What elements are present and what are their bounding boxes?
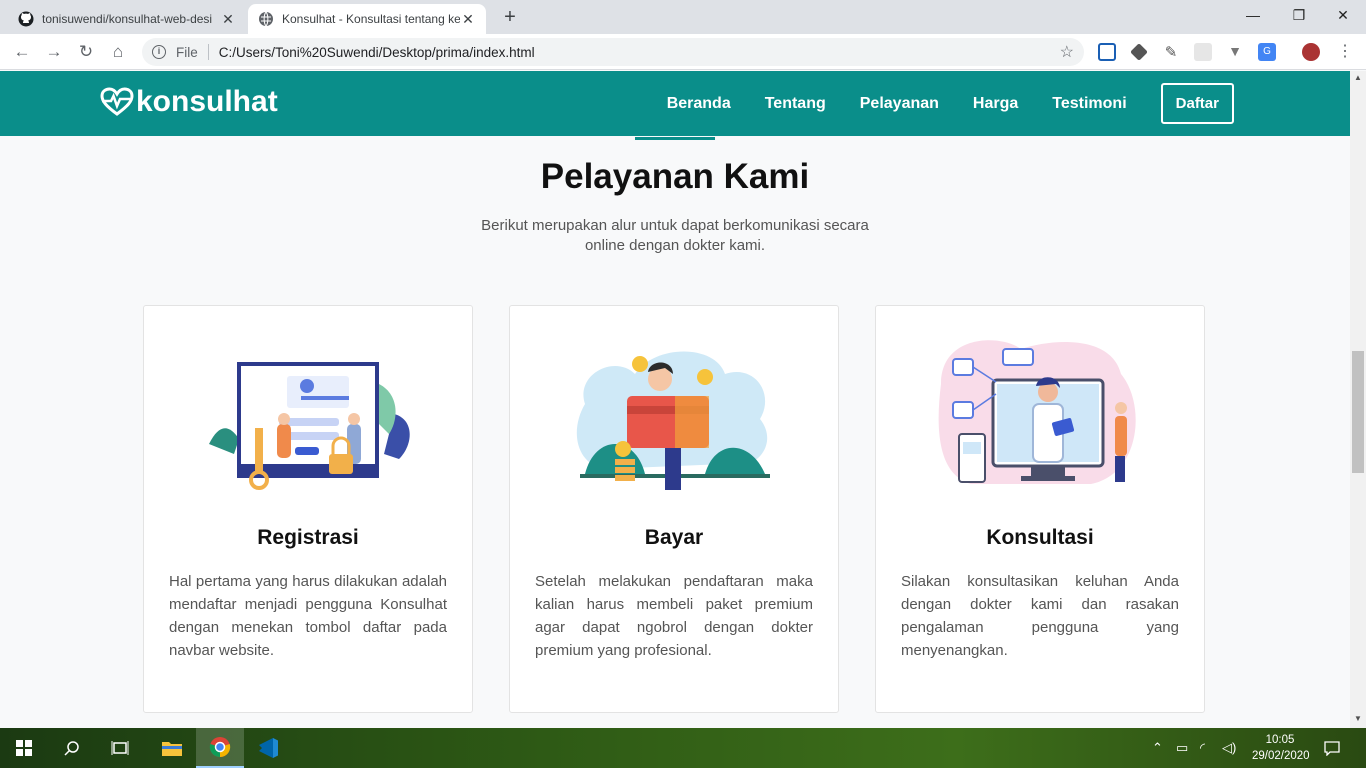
profile-avatar[interactable]: [1302, 43, 1320, 61]
nav-harga[interactable]: Harga: [973, 95, 1018, 113]
new-tab-button[interactable]: +: [498, 6, 522, 30]
windows-start-icon[interactable]: [0, 728, 48, 768]
service-card-bayar: Bayar Setelah melakukan pendaftaran maka…: [509, 305, 839, 713]
close-tab-icon[interactable]: ✕: [220, 11, 236, 28]
card-title: Konsultasi: [986, 526, 1094, 549]
heart-pulse-icon: [100, 87, 134, 116]
site-navbar: konsulhat Beranda Tentang Pelayanan Harg…: [0, 71, 1350, 136]
card-title: Registrasi: [257, 526, 359, 549]
daftar-button[interactable]: Daftar: [1160, 83, 1234, 124]
divider: [207, 44, 209, 60]
close-window-button[interactable]: ✕: [1320, 0, 1366, 30]
section-title: Pelayanan Kami: [540, 157, 810, 196]
nav-pelayanan[interactable]: Pelayanan: [860, 95, 939, 113]
card-text: Silakan konsultasikan keluhan Anda denga…: [901, 573, 1179, 659]
show-hidden-icons-icon[interactable]: ⌃: [1152, 728, 1163, 768]
windows-taskbar: ⌃ ▭ ◜ ◁) 10:05 29/02/2020: [0, 728, 1366, 768]
card-text: Setelah melakukan pendaftaran maka kalia…: [535, 573, 813, 659]
page-scrollbar[interactable]: ▲ ▼: [1350, 71, 1366, 728]
battery-icon[interactable]: ▭: [1176, 728, 1188, 768]
wifi-icon[interactable]: ◜: [1200, 728, 1205, 768]
file-explorer-icon[interactable]: [148, 728, 196, 768]
section-subtitle: Berikut merupakan alur untuk dapat berko…: [481, 217, 869, 254]
minimize-button[interactable]: —: [1230, 0, 1276, 30]
address-bar[interactable]: i File C:/Users/Toni%20Suwendi/Desktop/p…: [142, 38, 1084, 66]
layers-extension-icon[interactable]: [1130, 43, 1148, 61]
nav-testimoni[interactable]: Testimoni: [1052, 95, 1126, 113]
service-card-konsultasi: Konsultasi Silakan konsultasikan keluhan…: [875, 305, 1205, 713]
crop-extension-icon[interactable]: [1098, 43, 1116, 61]
tab-title: tonisuwendi/konsulhat-web-desi: [42, 12, 213, 26]
browser-toolbar: ← → ↻ ⌂ i File C:/Users/Toni%20Suwendi/D…: [0, 34, 1366, 70]
nav-tentang[interactable]: Tentang: [765, 95, 826, 113]
card-text: Hal pertama yang harus dilakukan adalah …: [169, 573, 447, 659]
extension-icon[interactable]: [1194, 43, 1212, 61]
taskbar-clock[interactable]: 10:05 29/02/2020: [1252, 732, 1310, 764]
url-text[interactable]: C:/Users/Toni%20Suwendi/Desktop/prima/in…: [219, 45, 535, 60]
clock-date: 29/02/2020: [1252, 750, 1310, 762]
tab-github[interactable]: tonisuwendi/konsulhat-web-desi ✕: [8, 4, 246, 34]
nav-beranda[interactable]: Beranda: [667, 95, 731, 113]
reload-icon[interactable]: ↻: [74, 40, 98, 64]
github-icon: [18, 11, 34, 27]
eyedropper-extension-icon[interactable]: ✎: [1162, 43, 1180, 61]
clock-time: 10:05: [1265, 734, 1295, 746]
chrome-icon[interactable]: [196, 728, 244, 768]
globe-icon: [259, 11, 273, 27]
close-tab-icon[interactable]: ✕: [460, 11, 476, 28]
brand-logo[interactable]: konsulhat: [100, 85, 278, 119]
page-viewport: konsulhat Beranda Tentang Pelayanan Harg…: [0, 71, 1350, 728]
tab-konsulhat[interactable]: Konsulhat - Konsultasi tentang ke ✕: [248, 4, 486, 34]
search-icon[interactable]: [48, 728, 96, 768]
restore-button[interactable]: ❐: [1276, 0, 1322, 30]
tab-title: Konsulhat - Konsultasi tentang ke: [282, 12, 460, 26]
registration-illustration: [209, 362, 410, 490]
section-divider: [635, 137, 715, 140]
volume-icon[interactable]: ◁): [1222, 728, 1236, 768]
bookmark-star-icon[interactable]: ☆: [1060, 42, 1074, 62]
scroll-down-arrow-icon[interactable]: ▼: [1354, 714, 1362, 723]
info-icon[interactable]: i: [152, 45, 166, 59]
home-icon[interactable]: ⌂: [106, 40, 130, 64]
scrollbar-thumb[interactable]: [1352, 351, 1364, 473]
task-view-icon[interactable]: [96, 728, 144, 768]
vue-extension-icon[interactable]: ▼: [1226, 43, 1244, 61]
scheme-label: File: [176, 44, 198, 60]
consultation-illustration: [938, 340, 1136, 484]
browser-tab-strip: tonisuwendi/konsulhat-web-desi ✕ Konsulh…: [0, 0, 1366, 34]
notification-center-icon[interactable]: [1324, 728, 1340, 768]
menu-kebab-icon[interactable]: ⋮: [1336, 43, 1354, 61]
payment-illustration: [576, 351, 770, 490]
nav-links: Beranda Tentang Pelayanan Harga Testimon…: [633, 83, 1234, 124]
service-card-registrasi: Registrasi Hal pertama yang harus dilaku…: [143, 305, 473, 713]
translate-extension-icon[interactable]: G: [1258, 43, 1276, 61]
card-title: Bayar: [644, 526, 704, 549]
brand-name: konsulhat: [136, 85, 278, 118]
back-arrow-icon[interactable]: ←: [10, 40, 34, 64]
scroll-up-arrow-icon[interactable]: ▲: [1354, 73, 1362, 82]
vscode-icon[interactable]: [244, 728, 292, 768]
forward-arrow-icon[interactable]: →: [42, 40, 66, 64]
